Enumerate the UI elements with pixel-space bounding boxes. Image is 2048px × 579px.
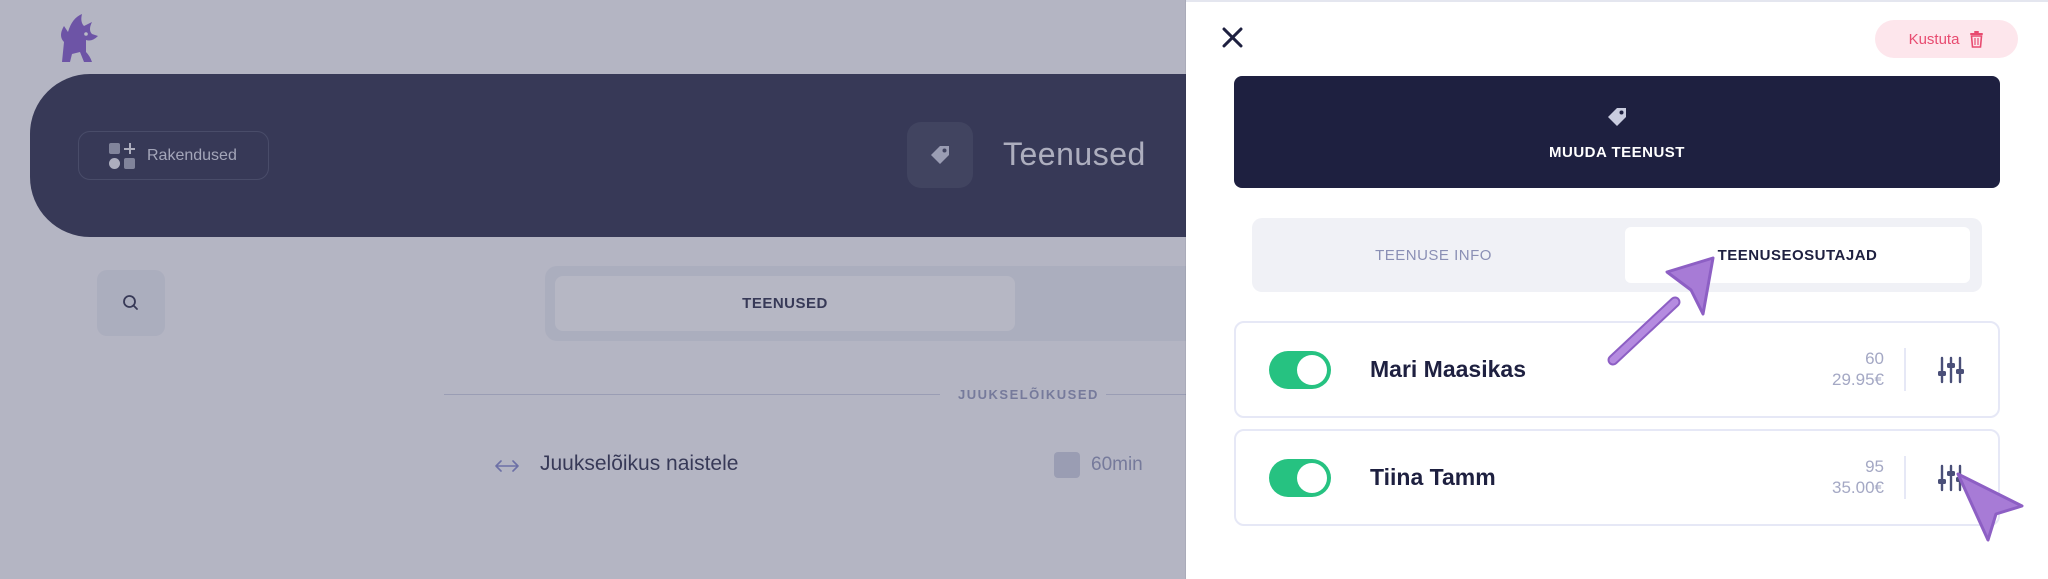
- delete-button-label: Kustuta: [1908, 30, 1960, 48]
- cursor-icon: [1607, 256, 1715, 366]
- provider-name: Mari Maasikas: [1370, 356, 1526, 382]
- provider-meta: 60 29.95€: [1832, 348, 1884, 390]
- delete-button[interactable]: Kustuta: [1875, 20, 2018, 58]
- provider-divider: [1904, 456, 1906, 499]
- provider-toggle[interactable]: [1269, 351, 1331, 389]
- trash-icon: [1970, 30, 1984, 48]
- sliders-icon[interactable]: [1936, 355, 1966, 385]
- provider-duration: 60: [1865, 349, 1884, 368]
- provider-meta: 95 35.00€: [1832, 456, 1884, 498]
- provider-price: 35.00€: [1832, 478, 1884, 497]
- provider-divider: [1904, 348, 1906, 391]
- provider-toggle[interactable]: [1269, 459, 1331, 497]
- modal-overlay[interactable]: [0, 0, 1186, 579]
- provider-name: Tiina Tamm: [1370, 464, 1496, 490]
- tab-service-info[interactable]: TEENUSE INFO: [1252, 227, 1615, 283]
- close-icon[interactable]: [1220, 26, 1244, 50]
- provider-duration: 95: [1865, 457, 1884, 476]
- provider-card: Tiina Tamm 95 35.00€: [1234, 429, 2000, 526]
- provider-price: 29.95€: [1832, 370, 1884, 389]
- edit-service-title: MUUDA TEENUST: [1549, 143, 1685, 161]
- cursor-icon: [1956, 472, 2024, 542]
- tag-icon: [1608, 107, 1626, 126]
- edit-service-header: MUUDA TEENUST: [1234, 76, 2000, 188]
